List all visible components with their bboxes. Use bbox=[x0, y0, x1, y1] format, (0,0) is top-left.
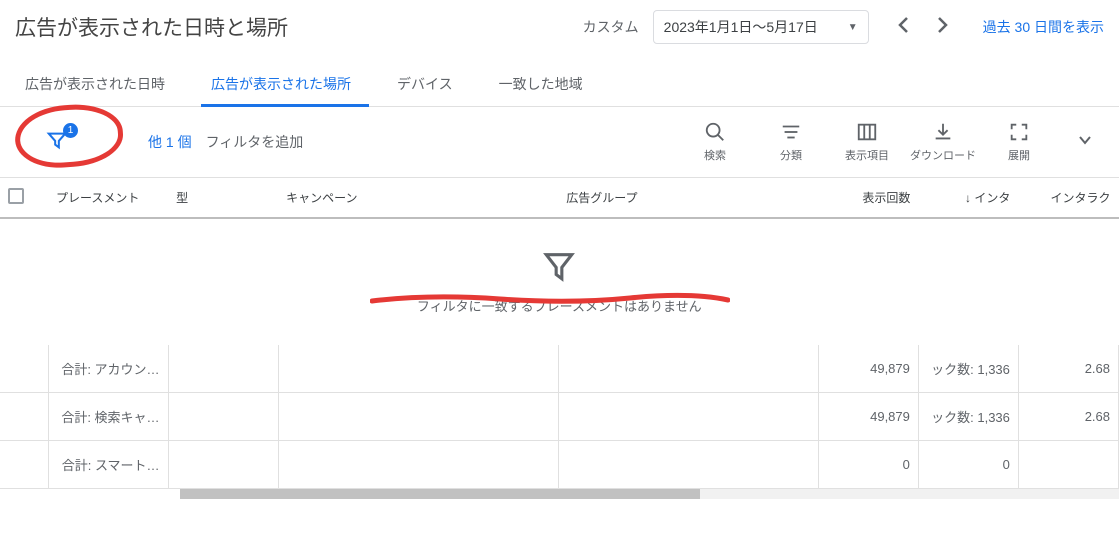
segment-label: 分類 bbox=[780, 147, 802, 163]
search-label: 検索 bbox=[704, 147, 726, 163]
col-impressions[interactable]: 表示回数 bbox=[818, 178, 918, 218]
cell-impressions: 0 bbox=[818, 441, 918, 489]
filter-add-label[interactable]: フィルタを追加 bbox=[206, 132, 304, 152]
col-placement[interactable]: プレースメント bbox=[48, 178, 168, 218]
segment-button[interactable]: 分類 bbox=[753, 121, 829, 163]
date-range-text: 2023年1月1日～5月17日 bbox=[664, 17, 818, 37]
expand-label: 展開 bbox=[1008, 147, 1030, 163]
filter-icon-button[interactable]: 1 bbox=[46, 129, 68, 156]
empty-message: フィルタに一致するプレースメントはありません bbox=[0, 296, 1119, 315]
checkbox-icon bbox=[8, 188, 24, 204]
cell-impressions: 49,879 bbox=[818, 345, 918, 393]
cell-impressions: 49,879 bbox=[818, 393, 918, 441]
cell-c3: 2.68 bbox=[1018, 345, 1118, 393]
table-row: 合計: アカウン… 49,879 ック数: 1,336 2.68 bbox=[0, 345, 1119, 393]
download-label: ダウンロード bbox=[910, 147, 976, 163]
row-label: 合計: アカウン… bbox=[48, 345, 168, 393]
col-campaign[interactable]: キャンペーン bbox=[278, 178, 558, 218]
expand-icon bbox=[1008, 121, 1030, 143]
col-interaction2[interactable]: インタラク bbox=[1018, 178, 1118, 218]
dropdown-arrow-icon: ▼ bbox=[848, 22, 858, 33]
filter-count-badge: 1 bbox=[63, 123, 78, 138]
tab-when[interactable]: 広告が表示された日時 bbox=[15, 62, 183, 106]
tab-where[interactable]: 広告が表示された場所 bbox=[201, 62, 369, 106]
cell-c2: 0 bbox=[918, 441, 1018, 489]
download-icon bbox=[932, 121, 954, 143]
next-period-button[interactable] bbox=[923, 12, 963, 43]
cell-c3 bbox=[1018, 441, 1118, 489]
data-table: プレースメント 型 キャンペーン 広告グループ 表示回数 ↓ インタ インタラク… bbox=[0, 178, 1119, 489]
filter-extra-link[interactable]: 他 1 個 bbox=[148, 132, 192, 152]
last-30-days-link[interactable]: 過去 30 日間を表示 bbox=[983, 17, 1104, 37]
date-range-picker[interactable]: 2023年1月1日～5月17日 ▼ bbox=[653, 10, 869, 44]
columns-label: 表示項目 bbox=[845, 147, 889, 163]
table-row: 合計: 検索キャ… 49,879 ック数: 1,336 2.68 bbox=[0, 393, 1119, 441]
horizontal-scrollbar[interactable] bbox=[180, 489, 1119, 499]
cell-c2: ック数: 1,336 bbox=[918, 345, 1018, 393]
expand-button[interactable]: 展開 bbox=[981, 121, 1057, 163]
search-button[interactable]: 検索 bbox=[677, 121, 753, 163]
select-all-cell[interactable] bbox=[0, 178, 48, 218]
download-button[interactable]: ダウンロード bbox=[905, 121, 981, 163]
sort-arrow-icon: ↓ bbox=[965, 191, 971, 205]
columns-icon bbox=[856, 121, 878, 143]
segment-icon bbox=[780, 121, 802, 143]
page-header: 広告が表示された日時と場所 カスタム 2023年1月1日～5月17日 ▼ 過去 … bbox=[0, 0, 1119, 62]
columns-button[interactable]: 表示項目 bbox=[829, 121, 905, 163]
row-label: 合計: 検索キャ… bbox=[48, 393, 168, 441]
toolbar: 1 他 1 個 フィルタを追加 検索 分類 表示項目 ダウンロード 展開 bbox=[0, 107, 1119, 178]
col-interaction[interactable]: ↓ インタ bbox=[918, 178, 1018, 218]
table-header-row: プレースメント 型 キャンペーン 広告グループ 表示回数 ↓ インタ インタラク bbox=[0, 178, 1119, 218]
tabs: 広告が表示された日時 広告が表示された場所 デバイス 一致した地域 bbox=[0, 62, 1119, 107]
scrollbar-thumb[interactable] bbox=[180, 489, 700, 499]
more-chevron-button[interactable] bbox=[1069, 132, 1101, 153]
cell-c3: 2.68 bbox=[1018, 393, 1118, 441]
empty-filter-icon bbox=[0, 249, 1119, 288]
search-icon bbox=[704, 121, 726, 143]
col-adgroup[interactable]: 広告グループ bbox=[558, 178, 818, 218]
page-title: 広告が表示された日時と場所 bbox=[15, 12, 583, 42]
row-label: 合計: スマート… bbox=[48, 441, 168, 489]
table-row: 合計: スマート… 0 0 bbox=[0, 441, 1119, 489]
chevron-down-icon bbox=[1077, 132, 1093, 148]
empty-state: フィルタに一致するプレースメントはありません bbox=[0, 218, 1119, 345]
tab-location[interactable]: 一致した地域 bbox=[489, 62, 601, 106]
cell-c2: ック数: 1,336 bbox=[918, 393, 1018, 441]
tab-device[interactable]: デバイス bbox=[387, 62, 471, 106]
prev-period-button[interactable] bbox=[883, 12, 923, 43]
date-mode-label: カスタム bbox=[583, 17, 639, 37]
col-type[interactable]: 型 bbox=[168, 178, 278, 218]
